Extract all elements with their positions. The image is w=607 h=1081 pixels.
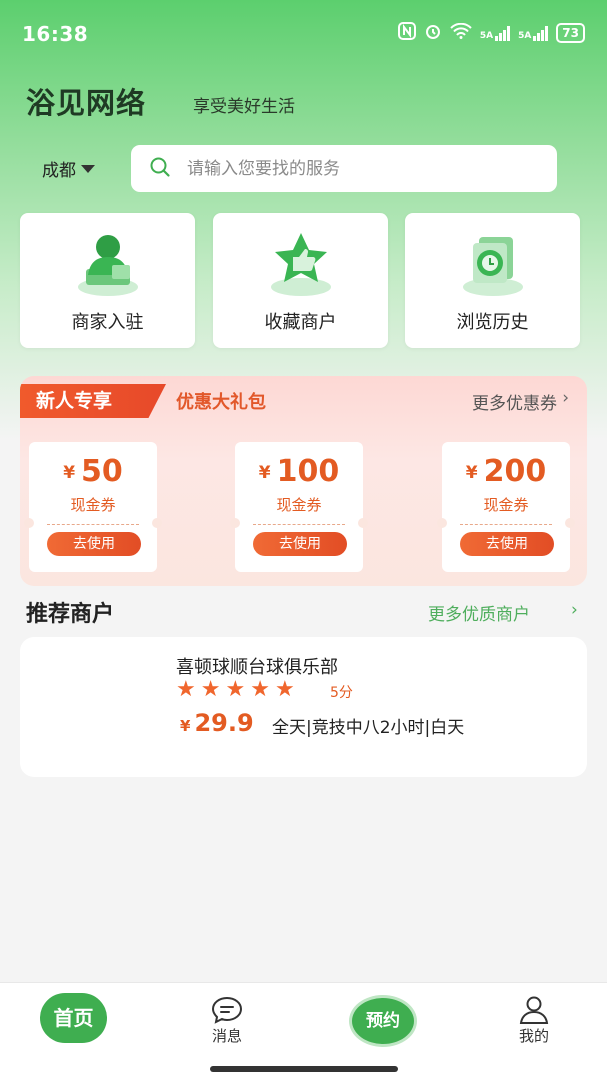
battery-icon: 73 — [556, 23, 585, 43]
star-icon: ★ — [200, 677, 221, 702]
city-selector[interactable]: 成都 — [42, 156, 95, 181]
feature-label: 收藏商户 — [264, 312, 337, 333]
signal-icon-1: 5A — [480, 25, 511, 41]
coupon-amount: 50 — [81, 454, 123, 489]
nfc-icon — [397, 22, 416, 44]
tab-book[interactable]: 预约 — [349, 995, 417, 1047]
search-input[interactable] — [185, 157, 529, 180]
star-icon: ★ — [176, 677, 196, 702]
star-icon: ★ — [225, 677, 246, 702]
merchant-price: ¥29.9 — [180, 709, 254, 737]
brand-slogan: 享受美好生活 — [193, 97, 295, 117]
price-value: 29.9 — [194, 709, 254, 737]
feature-favorite-merchants[interactable]: 收藏商户 — [213, 213, 388, 348]
coupon-card: ¥50 现金券 去使用 — [24, 442, 162, 572]
merchant-join-icon — [72, 227, 144, 299]
feature-label: 浏览历史 — [456, 312, 529, 333]
signal-icon-2: 5A — [518, 25, 549, 41]
coupon-currency: ¥ — [63, 463, 76, 483]
coupon-kind: 现金券 — [483, 496, 529, 514]
message-bubble-icon — [210, 995, 244, 1025]
feature-merchant-join[interactable]: 商家入驻 — [20, 213, 195, 348]
search-icon — [149, 156, 171, 182]
promo-tag: 新人专享 — [20, 384, 166, 418]
coupon-currency: ¥ — [258, 463, 271, 483]
brand-title: 浴见网络 — [26, 86, 147, 120]
caret-down-icon — [81, 164, 95, 173]
feature-browse-history[interactable]: 浏览历史 — [405, 213, 580, 348]
star-icon: ★ — [250, 677, 270, 702]
chevron-right-icon[interactable]: › — [562, 388, 569, 408]
section-title: 推荐商户 — [26, 602, 115, 627]
home-indicator — [210, 1066, 398, 1072]
use-coupon-button[interactable]: 去使用 — [47, 532, 141, 556]
merchant-card[interactable]: 喜顿球顺台球俱乐部 ★ ★ ★ ★ ★ 5分 ¥29.9 全天|竞技中八2小时|… — [20, 637, 587, 777]
merchant-score: 5分 — [330, 685, 353, 701]
coupon-kind: 现金券 — [70, 496, 116, 514]
coupon-kind: 现金券 — [276, 496, 322, 514]
coupon-currency: ¥ — [465, 463, 478, 483]
status-time: 16:38 — [22, 22, 89, 46]
use-coupon-button[interactable]: 去使用 — [460, 532, 554, 556]
promo-subtitle: 优惠大礼包 — [176, 392, 266, 413]
coupon-divider — [253, 524, 345, 525]
coupon-card: ¥100 现金券 去使用 — [230, 442, 368, 572]
coupon-card: ¥200 现金券 去使用 — [437, 442, 575, 572]
coupon-divider — [47, 524, 139, 525]
price-currency: ¥ — [180, 717, 191, 735]
chevron-right-icon[interactable]: › — [571, 600, 578, 620]
newcomer-promo-panel: 新人专享 优惠大礼包 更多优惠券 › ¥50 现金券 去使用 ¥100 现金券 … — [20, 376, 587, 586]
search-bar[interactable] — [131, 145, 557, 192]
star-icon: ★ — [274, 677, 295, 702]
tab-label: 我的 — [518, 1027, 549, 1045]
tab-home[interactable]: 首页 — [40, 993, 107, 1043]
status-icons: 5A 5A 73 — [397, 22, 585, 44]
coupon-amount: 100 — [276, 454, 340, 489]
tab-label: 消息 — [211, 1027, 242, 1045]
merchant-name: 喜顿球顺台球俱乐部 — [176, 657, 338, 678]
feature-label: 商家入驻 — [71, 312, 144, 333]
merchant-package-desc: 全天|竞技中八2小时|白天 — [272, 718, 465, 738]
user-profile-icon — [517, 995, 551, 1025]
history-clock-icon — [457, 227, 529, 299]
favorite-star-icon — [265, 227, 337, 299]
use-coupon-button[interactable]: 去使用 — [253, 532, 347, 556]
wifi-icon — [450, 22, 472, 43]
city-label: 成都 — [42, 161, 76, 181]
rating-stars: ★ ★ ★ ★ ★ — [176, 679, 295, 701]
more-coupons-link[interactable]: 更多优惠券 — [472, 389, 557, 414]
coupon-amount: 200 — [483, 454, 547, 489]
coupon-divider — [460, 524, 552, 525]
alarm-icon — [424, 22, 442, 44]
more-merchants-link[interactable]: 更多优质商户 — [428, 600, 530, 625]
